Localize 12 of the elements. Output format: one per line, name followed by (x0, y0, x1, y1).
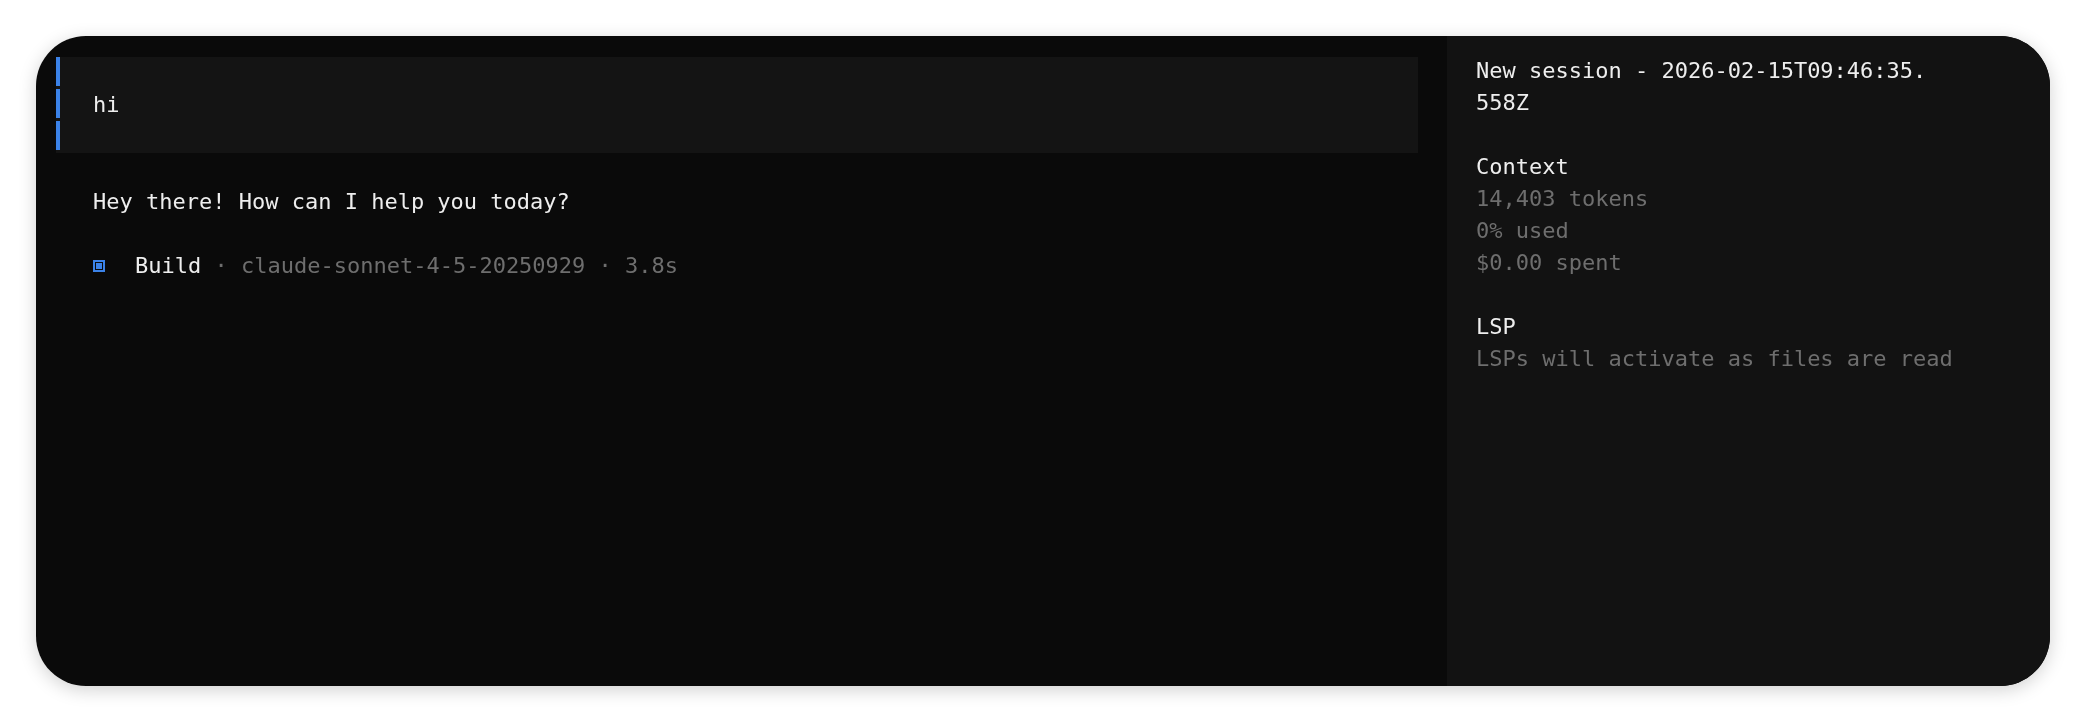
section-heading: Context (1476, 153, 1570, 181)
agent-name: Build (135, 252, 202, 280)
section-heading: LSP (1476, 313, 1517, 341)
section-line: 0% used (1476, 217, 1570, 245)
section-line: 14,403 tokens (1476, 185, 1650, 213)
section-line: $0.00 spent (1476, 249, 1623, 277)
message-text: hi (93, 91, 120, 119)
section-line: LSPs will activate as files are read (1476, 345, 1954, 373)
square-icon (93, 260, 105, 272)
assistant-reply: Hey there! How can I help you today? (93, 188, 571, 216)
model-details: · claude-sonnet-4-5-20250929 · 3.8s (213, 252, 679, 280)
session-title: New session - 2026-02-15T09:46:35.558Z (1476, 57, 1928, 117)
